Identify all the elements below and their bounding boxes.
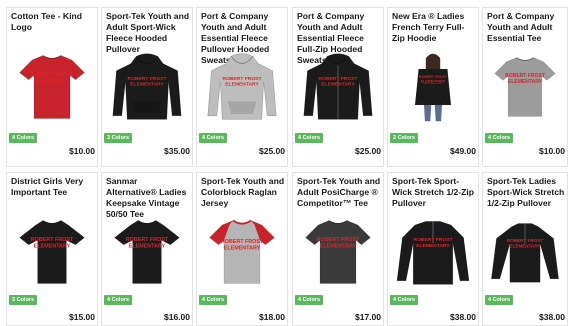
svg-text:ELEMENTARY: ELEMENTARY — [224, 245, 261, 251]
colors-badge: 4 Colors — [199, 133, 228, 143]
svg-text:ROBERT FROST: ROBERT FROST — [507, 238, 544, 243]
product-grid: Cotton Tee - Kind Logo ROBERT FROST ELEM… — [6, 7, 568, 326]
product-card[interactable]: Cotton Tee - Kind Logo ROBERT FROST ELEM… — [6, 7, 98, 167]
colors-badge: 4 Colors — [295, 133, 324, 143]
colors-badge: 4 Colors — [295, 295, 324, 305]
product-card[interactable]: New Era ® Ladies French Terry Full-Zip H… — [387, 7, 479, 167]
product-price: $49.00 — [450, 146, 476, 156]
product-card[interactable]: Port & Company Youth and Adult Essential… — [196, 7, 288, 167]
svg-text:ROBERT FROST: ROBERT FROST — [414, 237, 453, 243]
product-price: $35.00 — [164, 146, 190, 156]
svg-text:ROBERT FROST: ROBERT FROST — [419, 75, 448, 79]
product-name[interactable]: Sport-Tek Ladies Sport-Wick Stretch 1/2-… — [487, 176, 565, 209]
svg-text:ROBERT FROST: ROBERT FROST — [31, 72, 74, 78]
product-image[interactable]: ROBERT FROST ELEMENTARY — [483, 48, 567, 126]
product-price: $18.00 — [259, 312, 285, 322]
svg-text:ROBERT FROST: ROBERT FROST — [223, 76, 262, 82]
product-name[interactable]: Sport-Tek Sport-Wick Stretch 1/2-Zip Pul… — [392, 176, 476, 209]
product-name[interactable]: Cotton Tee - Kind Logo — [11, 11, 95, 33]
colors-badge: 4 Colors — [485, 133, 514, 143]
product-card[interactable]: Sport-Tek Sport-Wick Stretch 1/2-Zip Pul… — [387, 172, 479, 326]
svg-text:ELEMENTARY: ELEMENTARY — [129, 244, 166, 250]
product-card[interactable]: Sport-Tek Youth and Adult Sport-Wick Fle… — [101, 7, 193, 167]
svg-text:ELEMENTARY: ELEMENTARY — [416, 243, 450, 249]
colors-badge: 4 Colors — [390, 295, 419, 305]
svg-text:ELEMENTARY: ELEMENTARY — [508, 79, 543, 85]
product-image[interactable]: ROBERT FROST ELEMENTARY — [293, 48, 383, 126]
product-name[interactable]: District Girls Very Important Tee — [11, 176, 95, 198]
svg-text:ELEMENTARY: ELEMENTARY — [130, 82, 164, 88]
colors-badge: 3 Colors — [9, 295, 38, 305]
product-image[interactable]: ROBERT FROST ELEMENTARY — [483, 213, 567, 291]
product-card[interactable]: Sport-Tek Youth and Colorblock Raglan Je… — [196, 172, 288, 326]
svg-text:ROBERT FROST: ROBERT FROST — [319, 76, 358, 82]
product-price: $38.00 — [539, 312, 565, 322]
product-price: $38.00 — [450, 312, 476, 322]
product-name[interactable]: Sport-Tek Youth and Adult PosiCharge ® C… — [297, 176, 381, 209]
svg-text:ELEMENTARY: ELEMENTARY — [509, 243, 540, 248]
product-card[interactable]: Sanmar Alternative® Ladies Keepsake Vint… — [101, 172, 193, 326]
product-price: $10.00 — [539, 146, 565, 156]
product-image[interactable]: ROBERT FROST ELEMENTARY — [388, 48, 478, 126]
product-image[interactable]: ROBERT FROST ELEMENTARY — [102, 213, 192, 291]
product-card[interactable]: Port & Company Youth and Adult Essential… — [292, 7, 384, 167]
product-price: $16.00 — [164, 312, 190, 322]
svg-text:ROBERT FROST: ROBERT FROST — [221, 239, 264, 245]
product-price: $15.00 — [69, 312, 95, 322]
svg-text:ELEMENTARY: ELEMENTARY — [321, 82, 355, 88]
svg-text:ELEMENTARY: ELEMENTARY — [225, 82, 259, 88]
svg-text:ROBERT FROST: ROBERT FROST — [317, 237, 360, 243]
colors-badge: 4 Colors — [485, 295, 514, 305]
product-price: $25.00 — [355, 146, 381, 156]
colors-badge: 3 Colors — [104, 133, 133, 143]
svg-text:ROBERT FROST: ROBERT FROST — [126, 237, 169, 243]
product-image[interactable]: ROBERT FROST ELEMENTARY — [102, 48, 192, 126]
product-card[interactable]: Sport-Tek Youth and Adult PosiCharge ® C… — [292, 172, 384, 326]
product-image[interactable]: ROBERT FROST ELEMENTARY — [293, 213, 383, 291]
svg-text:ELEMENTARY: ELEMENTARY — [34, 244, 71, 250]
product-name[interactable]: Sport-Tek Youth and Colorblock Raglan Je… — [201, 176, 285, 209]
svg-text:ELEMENTARY: ELEMENTARY — [34, 79, 71, 85]
product-price: $25.00 — [259, 146, 285, 156]
colors-badge: 4 Colors — [9, 133, 38, 143]
svg-text:ELEMENTARY: ELEMENTARY — [421, 80, 446, 84]
product-image[interactable]: ROBERT FROST ELEMENTARY — [197, 48, 287, 126]
colors-badge: 2 Colors — [390, 133, 419, 143]
product-price: $10.00 — [69, 146, 95, 156]
product-image[interactable]: ROBERT FROST ELEMENTARY — [197, 213, 287, 291]
svg-text:ROBERT FROST: ROBERT FROST — [128, 76, 167, 82]
svg-text:ROBERT FROST: ROBERT FROST — [31, 237, 74, 243]
product-card[interactable]: Sport-Tek Ladies Sport-Wick Stretch 1/2-… — [482, 172, 568, 326]
colors-badge: 4 Colors — [199, 295, 228, 305]
colors-badge: 4 Colors — [104, 295, 133, 305]
product-image[interactable]: ROBERT FROST ELEMENTARY — [7, 213, 97, 291]
product-image[interactable]: ROBERT FROST ELEMENTARY — [388, 213, 478, 291]
product-price: $17.00 — [355, 312, 381, 322]
product-card[interactable]: Port & Company Youth and Adult Essential… — [482, 7, 568, 167]
product-name[interactable]: Port & Company Youth and Adult Essential… — [487, 11, 565, 44]
product-name[interactable]: New Era ® Ladies French Terry Full-Zip H… — [392, 11, 476, 44]
product-card[interactable]: District Girls Very Important Tee ROBERT… — [6, 172, 98, 326]
product-image[interactable]: ROBERT FROST ELEMENTARY — [7, 48, 97, 126]
svg-text:ELEMENTARY: ELEMENTARY — [320, 244, 357, 250]
